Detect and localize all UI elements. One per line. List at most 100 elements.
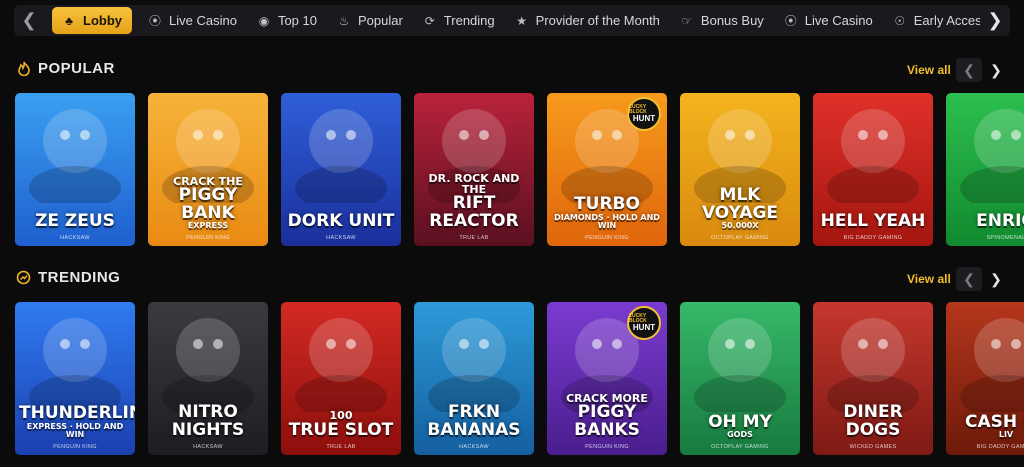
game-card[interactable]: THUNDERLINEEXPRESS · HOLD AND WIN PENGUIN…	[15, 302, 135, 455]
flame-icon	[16, 61, 31, 76]
early-access-icon: ☉	[894, 13, 906, 28]
nav-item-label: Top 10	[277, 13, 317, 28]
category-nav: ❮ ♣ Lobby ⦿ Live Casino ◉ Top 10 ♨ Popular ⟳ Tren…	[14, 5, 1010, 36]
nav-item-label: Provider of the Month	[535, 13, 660, 28]
nav-item-label: Trending	[443, 13, 495, 28]
nav-item-live-casino[interactable]: ⦿ Live Casino	[774, 7, 883, 34]
game-provider: PENGUIN KING	[186, 235, 230, 241]
game-card[interactable]: LUCKY BLOCK HUNT CRACK MORE PIGGY BANKS PENG…	[547, 302, 667, 455]
game-title-line: FRKN BANANAS	[427, 402, 521, 440]
trending-prev-button[interactable]: ❮	[956, 267, 982, 291]
badge-label: HUNT	[632, 114, 656, 123]
nav-item-top-10[interactable]: ◉ Top 10	[247, 7, 327, 34]
nav-prev-arrow[interactable]: ❮	[14, 5, 44, 36]
game-title-line: DORK UNIT	[287, 210, 395, 231]
clubs-icon: ♣	[65, 13, 73, 28]
game-title-line: MLK VOYAGE	[701, 185, 779, 223]
game-provider: BIG DADDY GAMING	[976, 444, 1024, 450]
game-title-line: LIV	[998, 429, 1014, 439]
game-title-line: ZE ZEUS	[35, 210, 115, 231]
game-card[interactable]: FRKN BANANAS HACKSAW	[414, 302, 534, 455]
game-title: DR. ROCK AND THE RIFT REACTOR	[418, 173, 530, 230]
game-title: CRACK THE PIGGY BANK EXPRESS	[152, 176, 264, 230]
game-title-line: TRUE SLOT	[288, 419, 394, 440]
game-title-line: PIGGY BANKS	[574, 402, 640, 440]
game-title-line: DIAMONDS · HOLD AND WIN	[554, 212, 660, 230]
game-title-line: DINER DOGS	[843, 402, 903, 440]
nav-item-early-access[interactable]: ☉ Early Access	[883, 7, 980, 34]
game-card[interactable]: HELL YEAH BIG DADDY GAMING	[813, 93, 933, 246]
nav-items: ♣ Lobby ⦿ Live Casino ◉ Top 10 ♨ Popular ⟳ Trendi…	[44, 7, 980, 34]
game-artwork	[428, 318, 520, 412]
game-title-line: THUNDERLINE	[19, 403, 135, 424]
nav-item-popular[interactable]: ♨ Popular	[327, 7, 413, 34]
game-provider: TRUE LAB	[459, 235, 489, 241]
nav-item-trending[interactable]: ⟳ Trending	[413, 7, 505, 34]
game-title: ZE ZEUS	[19, 210, 131, 231]
game-provider: OCTOPLAY GAMING	[711, 444, 769, 450]
game-title-line: EXPRESS	[187, 220, 229, 230]
broadcast-icon: ⦿	[148, 14, 161, 28]
game-title: DORK UNIT	[285, 210, 397, 231]
game-title: CASH LALIV	[950, 411, 1024, 439]
game-title: ENRIQ	[950, 210, 1024, 231]
game-card[interactable]: CRACK THE PIGGY BANK EXPRESS PENGUIN KING	[148, 93, 268, 246]
game-card[interactable]: ENRIQ SPINOMENAL	[946, 93, 1024, 246]
nav-item-bonus-buy[interactable]: ☞ Bonus Buy	[670, 7, 774, 34]
game-title: TURBO DIAMONDS · HOLD AND WIN	[551, 196, 663, 230]
game-artwork	[29, 318, 121, 412]
game-title: FRKN BANANAS	[418, 404, 530, 439]
game-title-line: HELL YEAH	[820, 210, 926, 231]
nav-item-provider-of-the-month[interactable]: ★ Provider of the Month	[505, 7, 670, 34]
game-title-line: CASH LA	[964, 411, 1024, 432]
game-card[interactable]: 100 TRUE SLOT TRUE LAB	[281, 302, 401, 455]
game-card[interactable]: MLK VOYAGE 50.000X OCTOPLAY GAMING	[680, 93, 800, 246]
trending-view-all-link[interactable]: View all	[907, 272, 951, 286]
broadcast-icon: ⦿	[784, 14, 797, 28]
game-artwork	[827, 109, 919, 203]
nav-item-label: Lobby	[83, 13, 122, 28]
popular-prev-button[interactable]: ❮	[956, 58, 982, 82]
game-title: MLK VOYAGE 50.000X	[684, 187, 796, 230]
game-artwork	[827, 318, 919, 412]
game-card[interactable]: DORK UNIT HACKSAW	[281, 93, 401, 246]
flame-icon: ♨	[338, 13, 350, 28]
game-provider: PENGUIN KING	[53, 444, 97, 450]
game-provider: HACKSAW	[459, 444, 489, 450]
game-title-line: DR. ROCK AND THE	[428, 171, 520, 197]
medal-icon: ◉	[258, 13, 270, 28]
game-title: NITRO NIGHTS	[152, 404, 264, 439]
game-card[interactable]: DINER DOGS WICKED GAMES	[813, 302, 933, 455]
popular-section: POPULAR View all ❮ ❯ ZE ZEUS HACKSAW CRACK…	[0, 58, 1024, 246]
trending-next-button[interactable]: ❯	[986, 267, 1006, 291]
trending-carousel: THUNDERLINEEXPRESS · HOLD AND WIN PENGUIN…	[15, 302, 1024, 455]
nav-item-label: Live Casino	[169, 13, 237, 28]
game-title-line: RIFT REACTOR	[429, 193, 519, 231]
game-artwork	[960, 109, 1024, 203]
game-title: CRACK MORE PIGGY BANKS	[551, 393, 663, 439]
nav-next-arrow[interactable]: ❯	[980, 5, 1010, 36]
game-provider: PENGUIN KING	[585, 444, 629, 450]
game-card[interactable]: NITRO NIGHTS HACKSAW	[148, 302, 268, 455]
lucky-block-hunt-badge: LUCKY BLOCK HUNT	[627, 97, 661, 131]
game-card[interactable]: DR. ROCK AND THE RIFT REACTOR TRUE LAB	[414, 93, 534, 246]
game-title: OH MY GODS	[684, 413, 796, 439]
nav-item-lobby[interactable]: ♣ Lobby	[52, 7, 132, 34]
game-artwork	[295, 109, 387, 203]
game-title-line: EXPRESS · HOLD AND WIN	[26, 421, 124, 439]
trending-section: TRENDING View all ❮ ❯ THUNDERLINEEXPRESS…	[0, 267, 1024, 455]
game-title: HELL YEAH	[817, 210, 929, 231]
game-provider: SPINOMENAL	[986, 235, 1024, 241]
popular-next-button[interactable]: ❯	[986, 58, 1006, 82]
game-card[interactable]: OH MY GODS OCTOPLAY GAMING	[680, 302, 800, 455]
popular-view-all-link[interactable]: View all	[907, 63, 951, 77]
nav-item-live-casino[interactable]: ⦿ Live Casino	[138, 7, 247, 34]
game-card[interactable]: LUCKY BLOCK HUNT TURBO DIAMONDS · HOLD AND …	[547, 93, 667, 246]
popular-carousel: ZE ZEUS HACKSAW CRACK THE PIGGY BANK EXPRESS…	[15, 93, 1024, 246]
game-card[interactable]: CASH LALIV BIG DADDY GAMING	[946, 302, 1024, 455]
trending-icon	[16, 270, 31, 285]
section-title: POPULAR	[16, 60, 115, 77]
game-title-line: ENRIQ	[976, 210, 1024, 231]
game-title-line: GODS	[727, 429, 753, 439]
game-card[interactable]: ZE ZEUS HACKSAW	[15, 93, 135, 246]
